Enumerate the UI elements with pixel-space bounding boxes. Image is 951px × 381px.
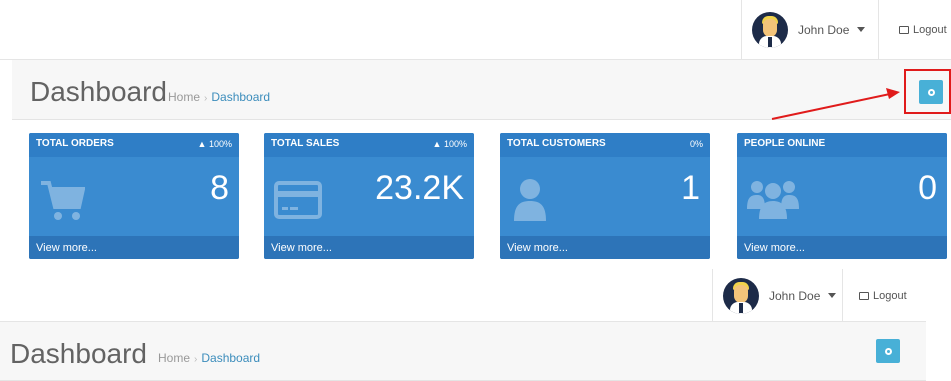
view-more-link[interactable]: View more... — [264, 236, 474, 259]
view-more-link[interactable]: View more... — [737, 236, 947, 259]
user-icon — [514, 179, 546, 221]
tile-header: TOTAL SALES ▲ 100% — [264, 133, 474, 157]
gear-icon — [884, 347, 892, 355]
tile-value: 23.2K — [375, 169, 464, 207]
chevron-down-icon — [828, 293, 837, 298]
user-avatar — [723, 277, 759, 314]
tile-header: PEOPLE ONLINE — [737, 133, 947, 157]
breadcrumb-home[interactable]: Home — [158, 351, 190, 365]
page-title: Dashboard — [10, 338, 147, 369]
logout-label: Logout — [873, 289, 907, 302]
stat-tile-people-online: PEOPLE ONLINE 0 View more... — [737, 133, 947, 259]
tile-percent: ▲ 100% — [197, 139, 232, 149]
breadcrumb-current[interactable]: Dashboard — [201, 351, 260, 365]
breadcrumb: Home › Dashboard — [158, 351, 260, 365]
user-menu[interactable]: John Doe — [712, 269, 842, 322]
stat-tile-total-orders: TOTAL ORDERS ▲ 100% 8 View more... — [29, 133, 239, 259]
view-more-link[interactable]: View more... — [500, 236, 710, 259]
tile-header: TOTAL CUSTOMERS 0% — [500, 133, 710, 157]
tile-percent: ▲ 100% — [432, 139, 467, 149]
bottom-navbar: John Doe Logout — [0, 269, 926, 322]
tile-title: TOTAL ORDERS — [36, 138, 114, 149]
user-name: John Doe — [769, 288, 821, 303]
tile-title: TOTAL SALES — [271, 138, 340, 149]
cart-icon — [41, 181, 85, 220]
credit-card-icon — [274, 181, 322, 219]
sign-out-icon — [859, 291, 869, 300]
tile-title: PEOPLE ONLINE — [744, 138, 826, 149]
tile-header: TOTAL ORDERS ▲ 100% — [29, 133, 239, 157]
settings-button[interactable] — [876, 339, 900, 363]
page-header: Dashboard Home › Dashboard — [0, 322, 926, 381]
view-more-link[interactable]: View more... — [29, 236, 239, 259]
tile-value: 1 — [681, 169, 700, 207]
stat-tile-total-sales: TOTAL SALES ▲ 100% 23.2K View more... — [264, 133, 474, 259]
tile-value: 0 — [918, 169, 937, 207]
tile-value: 8 — [210, 169, 229, 207]
tile-title: TOTAL CUSTOMERS — [507, 138, 606, 149]
breadcrumb-separator: › — [194, 354, 198, 365]
users-icon — [747, 181, 799, 219]
logout-link[interactable]: Logout — [842, 269, 926, 322]
tile-percent: 0% — [689, 139, 703, 149]
stat-tile-total-customers: TOTAL CUSTOMERS 0% 1 View more... — [500, 133, 710, 259]
